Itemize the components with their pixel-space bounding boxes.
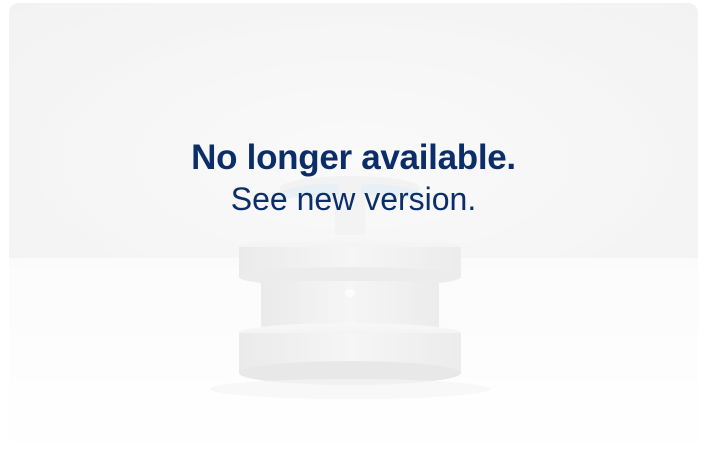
fade-overlay	[9, 3, 698, 454]
new-version-link[interactable]: See new version.	[9, 179, 698, 219]
notice: No longer available. See new version.	[9, 137, 698, 219]
unavailable-headline: No longer available.	[191, 138, 516, 177]
product-card: No longer available. See new version.	[9, 3, 698, 454]
